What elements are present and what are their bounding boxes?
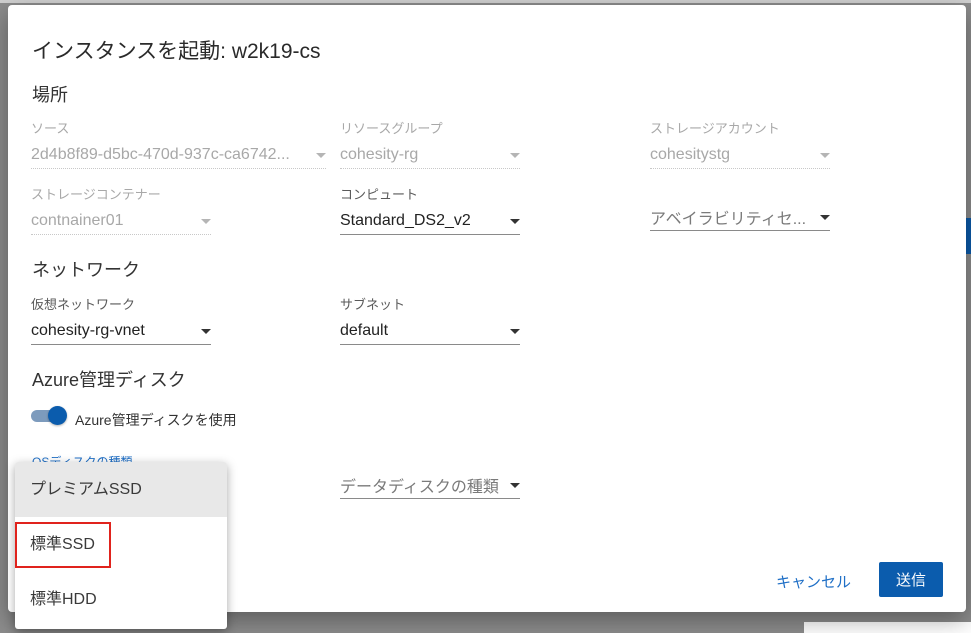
- chevron-down-icon: [201, 218, 211, 224]
- background-top-strip: [0, 0, 971, 3]
- annotation-highlight-box: [15, 522, 111, 568]
- background-accent-tab: [966, 218, 971, 254]
- chevron-down-icon: [316, 152, 326, 158]
- submit-button[interactable]: 送信: [879, 562, 943, 597]
- chevron-down-icon: [820, 152, 830, 158]
- compute-label: コンピュート: [340, 187, 419, 202]
- virtual-network-label: 仮想ネットワーク: [31, 297, 136, 312]
- section-location: 場所: [32, 85, 68, 105]
- managed-disk-toggle[interactable]: [31, 406, 67, 425]
- toggle-thumb: [48, 406, 67, 425]
- storage-container-value: contnainer01: [31, 212, 124, 229]
- storage-container-label: ストレージコンテナー: [31, 187, 161, 202]
- availability-set-value-row[interactable]: アベイラビリティセ...: [650, 204, 830, 231]
- source-value: 2d4b8f89-d5bc-470d-937c-ca6742...: [31, 146, 290, 163]
- availability-set-select[interactable]: アベイラビリティセ...: [650, 184, 830, 231]
- resource-group-label: リソースグループ: [340, 121, 443, 136]
- availability-set-placeholder: アベイラビリティセ...: [650, 211, 807, 228]
- menu-item-premium-ssd[interactable]: プレミアムSSD: [15, 462, 227, 517]
- compute-value-row[interactable]: Standard_DS2_v2: [340, 208, 520, 235]
- storage-account-value-row[interactable]: cohesitystg: [650, 142, 830, 169]
- subnet-label: サブネット: [340, 297, 406, 312]
- chevron-down-icon: [820, 214, 830, 220]
- compute-value: Standard_DS2_v2: [340, 212, 471, 229]
- source-value-row[interactable]: 2d4b8f89-d5bc-470d-937c-ca6742...: [31, 142, 326, 169]
- storage-account-value: cohesitystg: [650, 146, 731, 163]
- resource-group-value: cohesity-rg: [340, 146, 419, 163]
- managed-disk-toggle-label: Azure管理ディスクを使用: [75, 412, 237, 428]
- cancel-button[interactable]: キャンセル: [776, 571, 851, 592]
- subnet-value-row[interactable]: default: [340, 318, 520, 345]
- section-managed-disk: Azure管理ディスク: [32, 370, 186, 390]
- data-disk-type-placeholder: データディスクの種類: [340, 479, 499, 496]
- storage-account-label: ストレージアカウント: [650, 121, 780, 136]
- chevron-down-icon: [201, 328, 211, 334]
- os-disk-type-dropdown-menu: プレミアムSSD 標準SSD 標準HDD: [15, 462, 227, 629]
- storage-container-value-row[interactable]: contnainer01: [31, 208, 211, 235]
- storage-account-select[interactable]: ストレージアカウント cohesitystg: [650, 118, 830, 169]
- background-footer-fragment: [804, 622, 971, 633]
- resource-group-value-row[interactable]: cohesity-rg: [340, 142, 520, 169]
- dialog-title: インスタンスを起動: w2k19-cs: [32, 40, 321, 63]
- chevron-down-icon: [510, 152, 520, 158]
- data-disk-type-select[interactable]: データディスクの種類: [340, 472, 520, 499]
- virtual-network-value: cohesity-rg-vnet: [31, 322, 145, 339]
- source-label: ソース: [31, 121, 70, 136]
- compute-select[interactable]: コンピュート Standard_DS2_v2: [340, 184, 520, 235]
- source-select[interactable]: ソース 2d4b8f89-d5bc-470d-937c-ca6742...: [31, 118, 326, 169]
- section-network: ネットワーク: [32, 260, 140, 280]
- chevron-down-icon: [510, 482, 520, 488]
- menu-item-standard-hdd[interactable]: 標準HDD: [15, 572, 227, 627]
- virtual-network-select[interactable]: 仮想ネットワーク cohesity-rg-vnet: [31, 294, 211, 345]
- virtual-network-value-row[interactable]: cohesity-rg-vnet: [31, 318, 211, 345]
- resource-group-select[interactable]: リソースグループ cohesity-rg: [340, 118, 520, 169]
- chevron-down-icon: [510, 218, 520, 224]
- storage-container-select[interactable]: ストレージコンテナー contnainer01: [31, 184, 211, 235]
- subnet-value: default: [340, 322, 389, 339]
- chevron-down-icon: [510, 328, 520, 334]
- subnet-select[interactable]: サブネット default: [340, 294, 520, 345]
